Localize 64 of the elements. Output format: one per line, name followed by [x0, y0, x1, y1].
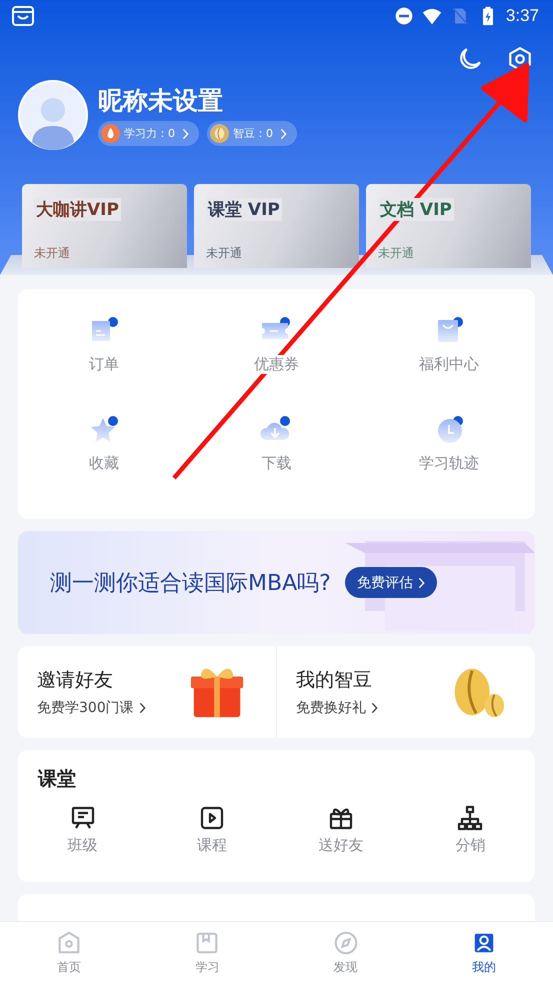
banner-headline: 测一测你适合读国际MBA吗? — [50, 570, 331, 598]
classroom-item[interactable]: 班级 — [18, 804, 148, 855]
vip-title: 大咖讲VIP — [34, 198, 121, 221]
classroom-item[interactable]: 分销 — [406, 804, 535, 855]
shortcut-item[interactable]: 收藏 — [87, 414, 122, 493]
shortcut-label: 下载 — [259, 454, 294, 473]
vip-status: 未开通 — [378, 245, 415, 262]
vip-card[interactable]: 大咖讲VIP 未开通 — [22, 184, 187, 268]
shortcut-label: 学习轨迹 — [416, 454, 481, 473]
flame-icon — [101, 124, 120, 143]
vip-card[interactable]: 课堂 VIP 未开通 — [194, 184, 359, 268]
tab-item[interactable]: 发现 — [276, 922, 415, 983]
bookmark-book-icon — [194, 930, 220, 956]
chevron-right-icon — [138, 702, 146, 714]
classroom-label: 送好友 — [318, 836, 364, 855]
chevron-right-icon — [371, 702, 378, 714]
chevron-right-icon — [418, 576, 425, 588]
chevron-right-icon — [280, 128, 287, 140]
evaluate-button[interactable]: 免费评估 — [344, 567, 437, 598]
do-not-disturb-icon — [394, 6, 414, 26]
tab-item[interactable]: 首页 — [0, 922, 138, 983]
promo-title: 邀请好友 — [37, 668, 114, 693]
tab-item[interactable]: 我的 — [414, 922, 553, 983]
stat-label: 学习力：0 — [124, 126, 175, 141]
hierarchy-icon — [456, 804, 484, 832]
classroom-item[interactable]: 课程 — [147, 804, 276, 855]
promo-banner[interactable]: 测一测你适合读国际MBA吗? 免费评估 — [18, 531, 535, 634]
shortcut-item[interactable]: 下载 — [259, 414, 294, 493]
shortcut-label: 订单 — [87, 355, 122, 374]
coffee-bean-icon — [210, 124, 229, 143]
avatar-icon — [18, 80, 88, 150]
shortcut-item[interactable]: 福利中心 — [416, 315, 481, 394]
stat-chip[interactable]: 学习力：0 — [98, 121, 199, 146]
moon-icon[interactable] — [457, 46, 483, 72]
shortcut-label: 优惠券 — [252, 355, 301, 374]
compass-icon — [332, 930, 359, 956]
shortcut-item[interactable]: 订单 — [87, 315, 122, 394]
tab-item[interactable]: 学习 — [138, 922, 276, 983]
classroom-label: 班级 — [68, 836, 98, 855]
promo-item[interactable]: 邀请好友 免费学300门课 — [18, 646, 276, 738]
vip-card[interactable]: 文档 VIP 未开通 — [366, 184, 531, 268]
wifi-icon — [422, 6, 442, 26]
shortcut-label: 福利中心 — [416, 355, 481, 374]
classroom-item[interactable]: 送好友 — [276, 804, 406, 855]
promo-subtitle: 免费学300门课 — [37, 699, 134, 717]
promo-title: 我的智豆 — [296, 668, 373, 693]
vip-status: 未开通 — [34, 245, 71, 262]
stat-chip[interactable]: 智豆：0 — [207, 121, 297, 146]
nickname: 昵称未设置 — [98, 85, 224, 117]
shortcut-label: 收藏 — [87, 454, 122, 473]
classroom-label: 分销 — [455, 836, 486, 855]
vip-title: 文档 VIP — [378, 198, 454, 221]
vip-status: 未开通 — [206, 245, 243, 262]
home-icon — [56, 930, 82, 956]
chevron-right-icon — [182, 128, 189, 140]
promo-item[interactable]: 我的智豆 免费换好礼 — [276, 646, 535, 738]
stat-label: 智豆：0 — [233, 126, 273, 141]
classroom-label: 课程 — [196, 836, 227, 855]
shortcut-item[interactable]: 学习轨迹 — [416, 414, 481, 493]
clock-time: 3:37 — [506, 6, 539, 26]
bag-icon — [10, 4, 36, 28]
promo-subtitle: 免费换好礼 — [296, 699, 366, 717]
vip-title: 课堂 VIP — [206, 198, 282, 221]
section-title: 课堂 — [36, 767, 77, 792]
